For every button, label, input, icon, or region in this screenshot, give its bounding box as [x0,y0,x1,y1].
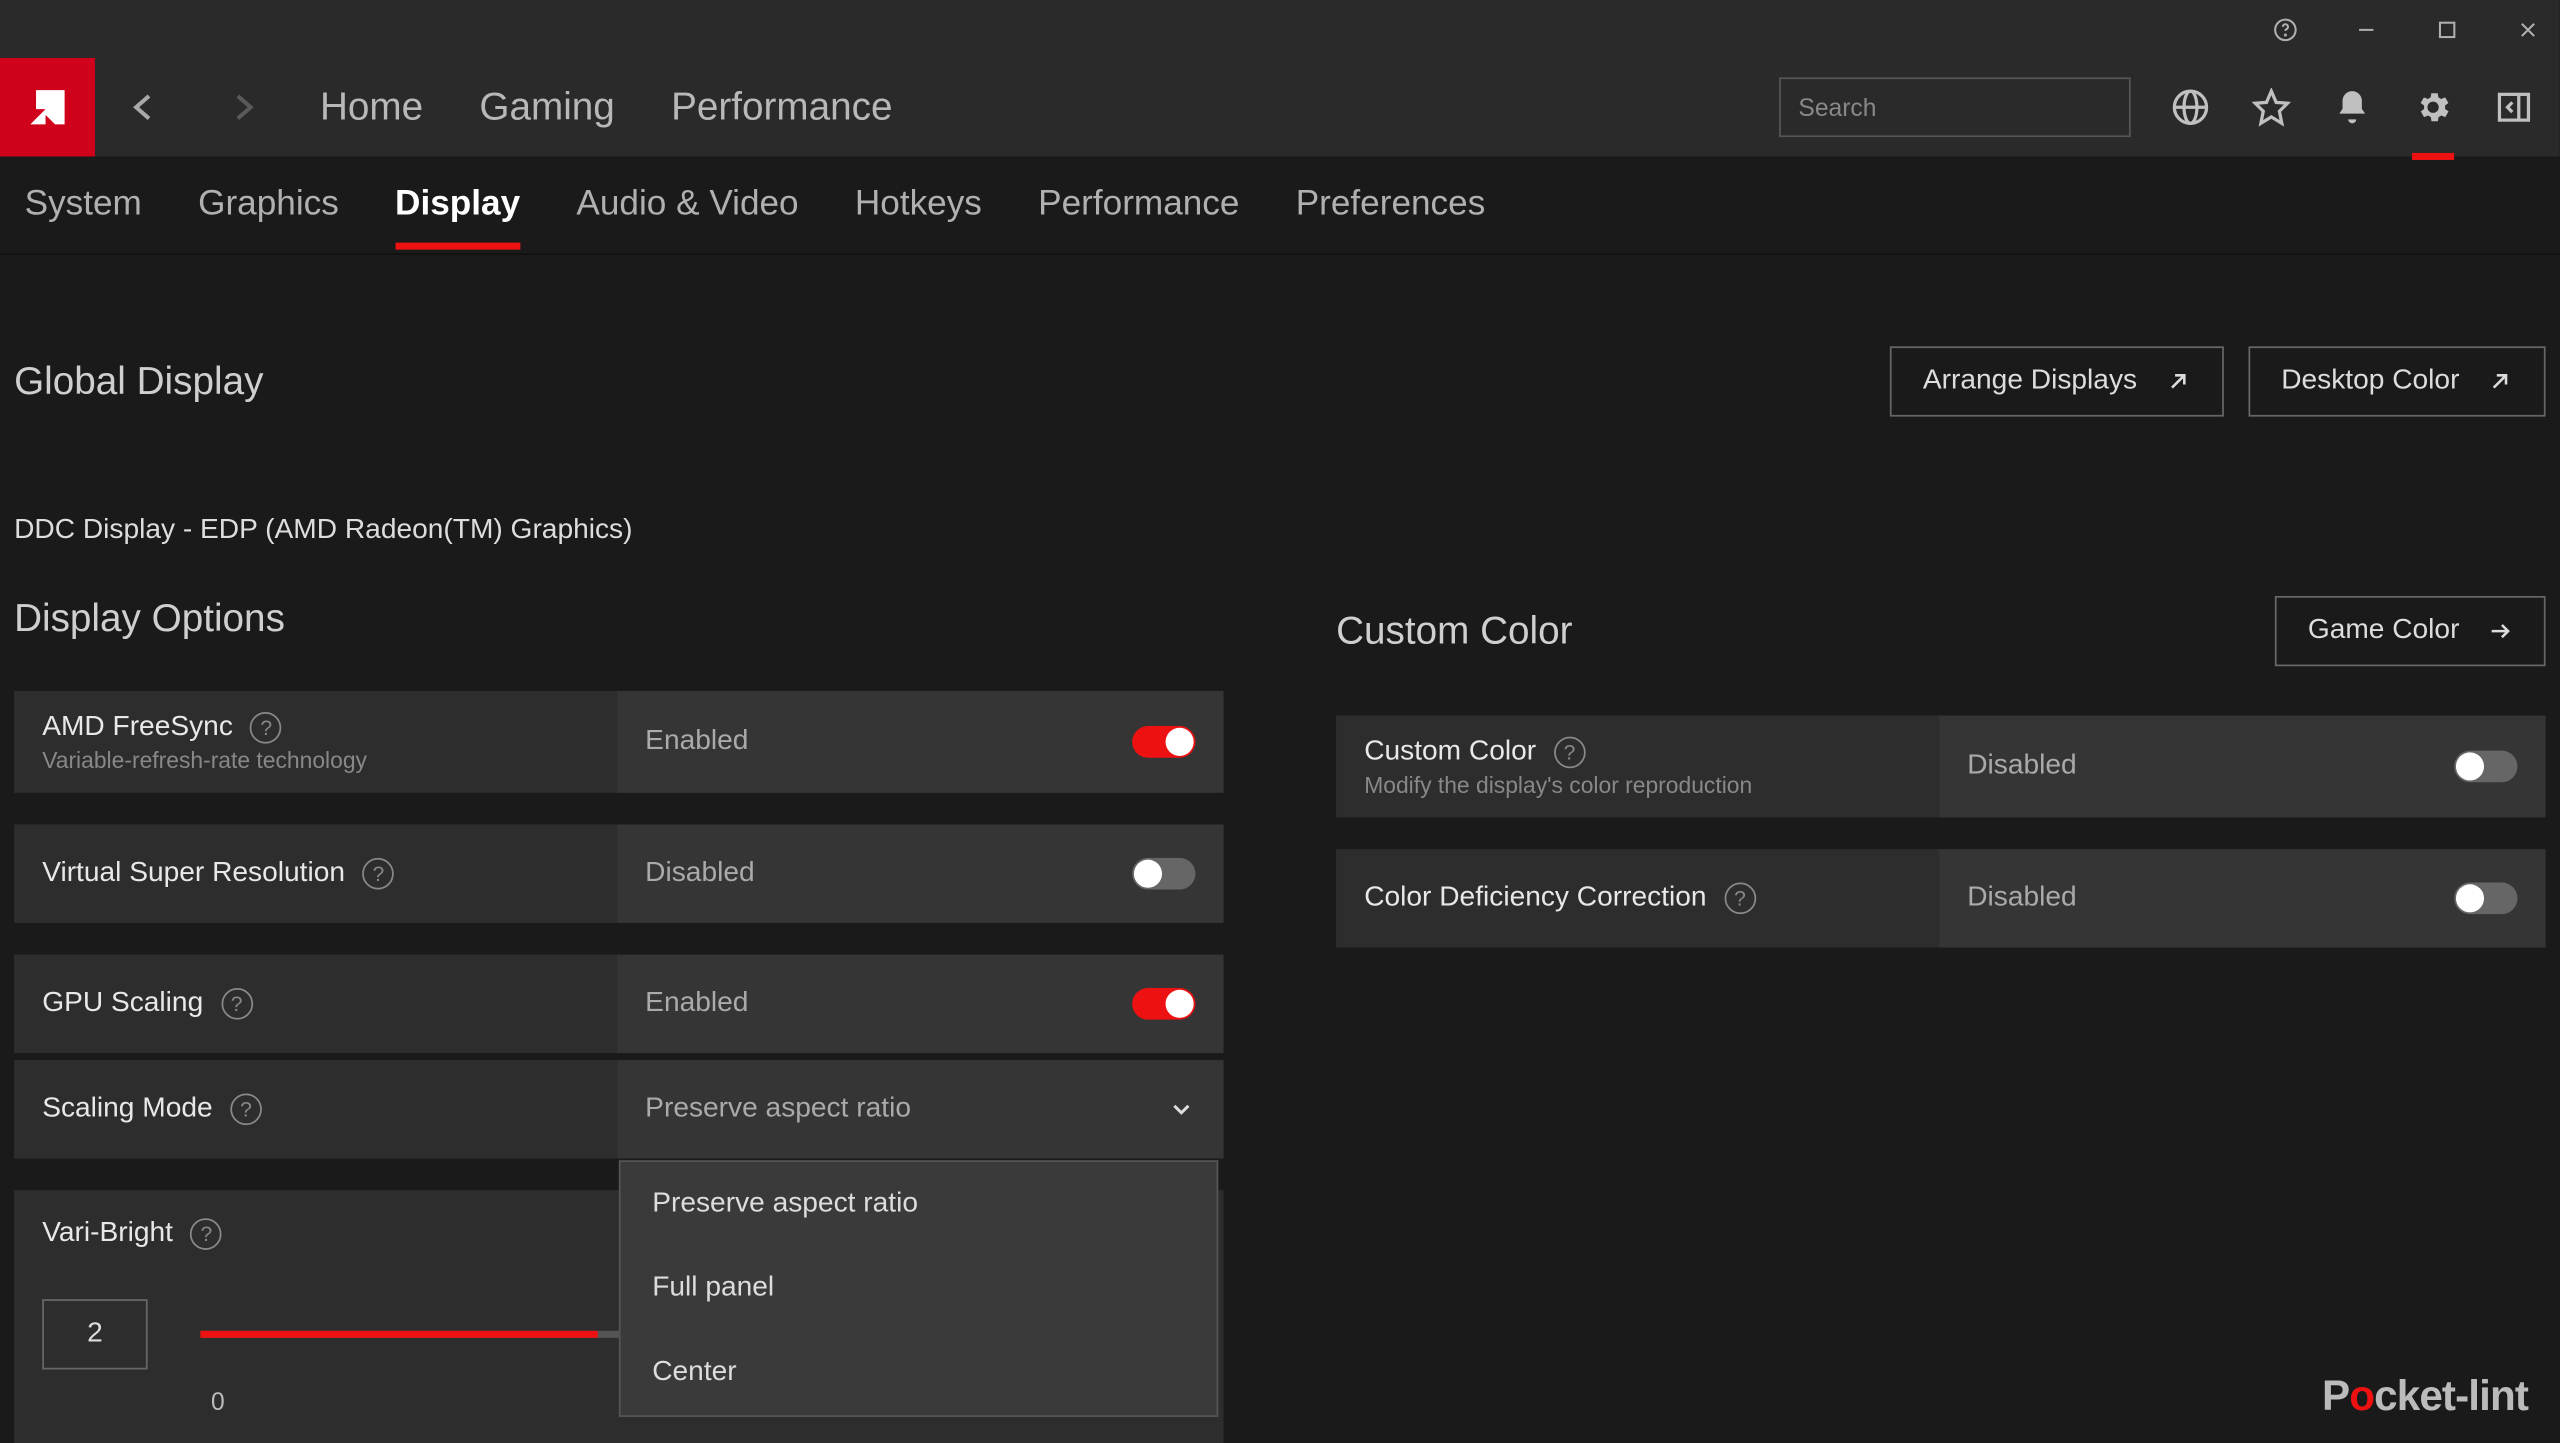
scaling-mode-value: Preserve aspect ratio [645,1093,911,1125]
subtab-graphics[interactable]: Graphics [198,160,339,250]
display-identifier: DDC Display - EDP (AMD Radeon(TM) Graphi… [14,515,2546,547]
top-bar: Home Gaming Performance [0,58,2560,156]
custom-color-label-cell: Custom Color? Modify the display's color… [1336,716,1939,818]
custom-color-heading: Custom Color [1336,608,1572,654]
display-options-heading: Display Options [14,596,285,642]
vsr-toggle[interactable] [1132,858,1195,890]
help-icon[interactable]: ? [363,858,395,890]
search-input[interactable] [1798,93,2116,121]
game-color-button[interactable]: Game Color [2274,596,2545,666]
desktop-color-button[interactable]: Desktop Color [2248,346,2546,416]
settings-icon[interactable] [2412,86,2454,128]
scaling-mode-option-full[interactable]: Full panel [621,1246,1217,1330]
scaling-mode-label-cell: Scaling Mode? [14,1060,617,1158]
desktop-color-label: Desktop Color [2281,366,2459,398]
scaling-mode-option-preserve[interactable]: Preserve aspect ratio [621,1162,1217,1246]
freesync-label: AMD FreeSync [42,711,233,743]
help-icon[interactable] [2268,11,2303,46]
close-button[interactable] [2510,11,2545,46]
color-deficiency-label-cell: Color Deficiency Correction? [1336,849,1939,947]
scaling-mode-dropdown[interactable]: Preserve aspect ratio [617,1060,1224,1158]
help-icon[interactable]: ? [191,1218,223,1250]
scaling-mode-label: Scaling Mode [42,1093,212,1125]
bell-icon[interactable] [2331,86,2373,128]
custom-color-toggle[interactable] [2454,751,2517,783]
minimize-button[interactable] [2349,11,2384,46]
help-icon[interactable]: ? [230,1093,262,1125]
gpu-scaling-label: GPU Scaling [42,988,203,1020]
arrange-displays-label: Arrange Displays [1923,366,2137,398]
custom-color-sublabel: Modify the display's color reproduction [1364,771,1911,797]
custom-color-state: Disabled [1967,751,2076,783]
game-color-label: Game Color [2308,615,2460,647]
watermark: Pocket-lint [2322,1373,2528,1422]
freesync-toggle[interactable] [1132,726,1195,758]
tab-home[interactable]: Home [320,84,423,130]
color-deficiency-label: Color Deficiency Correction [1364,883,1706,915]
amd-logo[interactable] [0,58,95,156]
subtab-performance[interactable]: Performance [1038,160,1239,250]
help-icon[interactable]: ? [1724,883,1756,915]
scaling-mode-option-center[interactable]: Center [621,1331,1217,1415]
display-options-column: Display Options AMD FreeSync? Variable-r… [14,596,1224,1443]
help-icon[interactable]: ? [221,988,253,1020]
subtab-display[interactable]: Display [395,160,520,250]
window-titlebar [0,0,2560,58]
gpu-scaling-label-cell: GPU Scaling? [14,955,617,1053]
dock-icon[interactable] [2493,86,2535,128]
gpu-scaling-toggle[interactable] [1132,988,1195,1020]
arrow-right-icon [2488,619,2513,644]
chevron-down-icon [1167,1095,1195,1123]
freesync-state: Enabled [645,726,748,758]
vsr-state: Disabled [645,858,754,890]
freesync-label-cell: AMD FreeSync? Variable-refresh-rate tech… [14,691,617,793]
star-icon[interactable] [2250,86,2292,128]
external-icon [2488,369,2513,394]
primary-tabs: Home Gaming Performance [320,84,893,130]
subtab-audio-video[interactable]: Audio & Video [576,160,798,250]
global-display-heading: Global Display [14,359,263,405]
color-deficiency-state: Disabled [1967,883,2076,915]
tab-performance[interactable]: Performance [671,84,892,130]
subtab-system[interactable]: System [25,160,142,250]
custom-color-label: Custom Color [1364,736,1536,768]
web-icon[interactable] [2169,86,2211,128]
search-box[interactable] [1779,77,2131,137]
subtab-hotkeys[interactable]: Hotkeys [855,160,982,250]
external-icon [2165,369,2190,394]
slider-tick-0: 0 [211,1387,225,1415]
color-deficiency-toggle[interactable] [2454,883,2517,915]
custom-color-column: Custom Color Game Color Custom Color? Mo… [1336,596,2546,1443]
tab-gaming[interactable]: Gaming [479,84,614,130]
arrange-displays-button[interactable]: Arrange Displays [1889,346,2223,416]
subtab-preferences[interactable]: Preferences [1296,160,1486,250]
maximize-button[interactable] [2430,11,2465,46]
settings-sub-tabs: System Graphics Display Audio & Video Ho… [0,156,2560,254]
freesync-sublabel: Variable-refresh-rate technology [42,746,589,772]
gpu-scaling-state: Enabled [645,988,748,1020]
vsr-label: Virtual Super Resolution [42,858,345,890]
vari-bright-label: Vari-Bright [42,1218,173,1250]
nav-forward-button[interactable] [193,88,291,127]
help-icon[interactable]: ? [250,711,282,743]
vari-bright-value[interactable]: 2 [42,1299,147,1369]
scaling-mode-menu: Preserve aspect ratio Full panel Center [619,1160,1218,1417]
help-icon[interactable]: ? [1554,736,1586,768]
nav-back-button[interactable] [95,88,193,127]
vsr-label-cell: Virtual Super Resolution? [14,825,617,923]
